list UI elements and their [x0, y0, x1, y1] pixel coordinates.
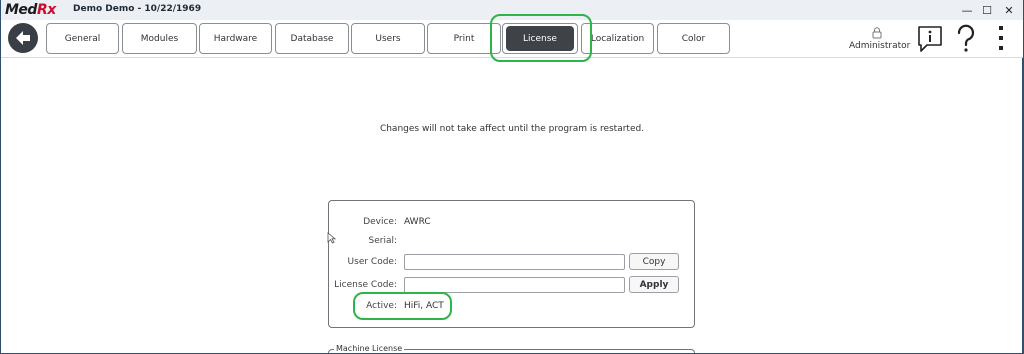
maximize-button[interactable]: ☐	[976, 2, 998, 18]
maximize-icon: ☐	[982, 3, 992, 17]
back-button[interactable]	[8, 23, 38, 53]
active-highlight	[353, 292, 452, 320]
license-code-label: License Code:	[334, 280, 397, 290]
minimize-icon: —	[961, 3, 973, 17]
tab-hardware[interactable]: Hardware	[199, 23, 272, 54]
restart-notice: Changes will not take affect until the p…	[379, 124, 645, 134]
close-button[interactable]: ✕	[998, 2, 1020, 18]
tab-label: Hardware	[213, 33, 258, 44]
user-code-label: User Code:	[347, 257, 397, 267]
app-window: MedRx Demo Demo - 10/22/1969 — ☐ ✕ Gener…	[0, 0, 1024, 354]
apply-label: Apply	[639, 279, 669, 290]
more-vertical-icon	[999, 26, 1003, 50]
arrow-left-icon	[16, 31, 30, 45]
tab-label: Users	[375, 33, 401, 44]
tab-label: Print	[453, 33, 475, 44]
license-code-field[interactable]	[404, 277, 625, 293]
tab-label: Database	[290, 33, 334, 44]
device-label: Device:	[363, 217, 397, 227]
tab-label: Modules	[140, 33, 179, 44]
apply-button[interactable]: Apply	[629, 276, 679, 293]
tab-general[interactable]: General	[46, 23, 119, 54]
window-title: Demo Demo - 10/22/1969	[73, 4, 202, 14]
more-menu-button[interactable]	[994, 24, 1008, 54]
user-label: Administrator	[849, 41, 911, 51]
copy-button[interactable]: Copy	[629, 253, 679, 270]
help-icon	[957, 24, 975, 52]
cursor-icon	[327, 232, 336, 244]
tab-label: Color	[681, 33, 706, 44]
device-value: AWRC	[404, 217, 431, 227]
tab-label: General	[64, 33, 101, 44]
message-info-icon	[918, 26, 942, 52]
lock-icon	[872, 27, 882, 39]
medrx-logo: MedRx	[5, 2, 56, 18]
tab-database[interactable]: Database	[275, 23, 349, 54]
close-icon: ✕	[1004, 3, 1014, 17]
tab-label: Localization	[590, 33, 645, 44]
copy-label: Copy	[642, 256, 666, 267]
license-tab-highlight	[490, 14, 592, 62]
minimize-button[interactable]: —	[956, 2, 978, 18]
messages-button[interactable]	[917, 25, 943, 53]
user-code-field[interactable]	[404, 254, 625, 270]
tab-users[interactable]: Users	[351, 23, 425, 54]
machine-license-legend: Machine License	[334, 344, 405, 353]
help-button[interactable]	[954, 24, 978, 54]
tab-modules[interactable]: Modules	[122, 23, 197, 54]
tab-color[interactable]: Color	[657, 23, 730, 54]
